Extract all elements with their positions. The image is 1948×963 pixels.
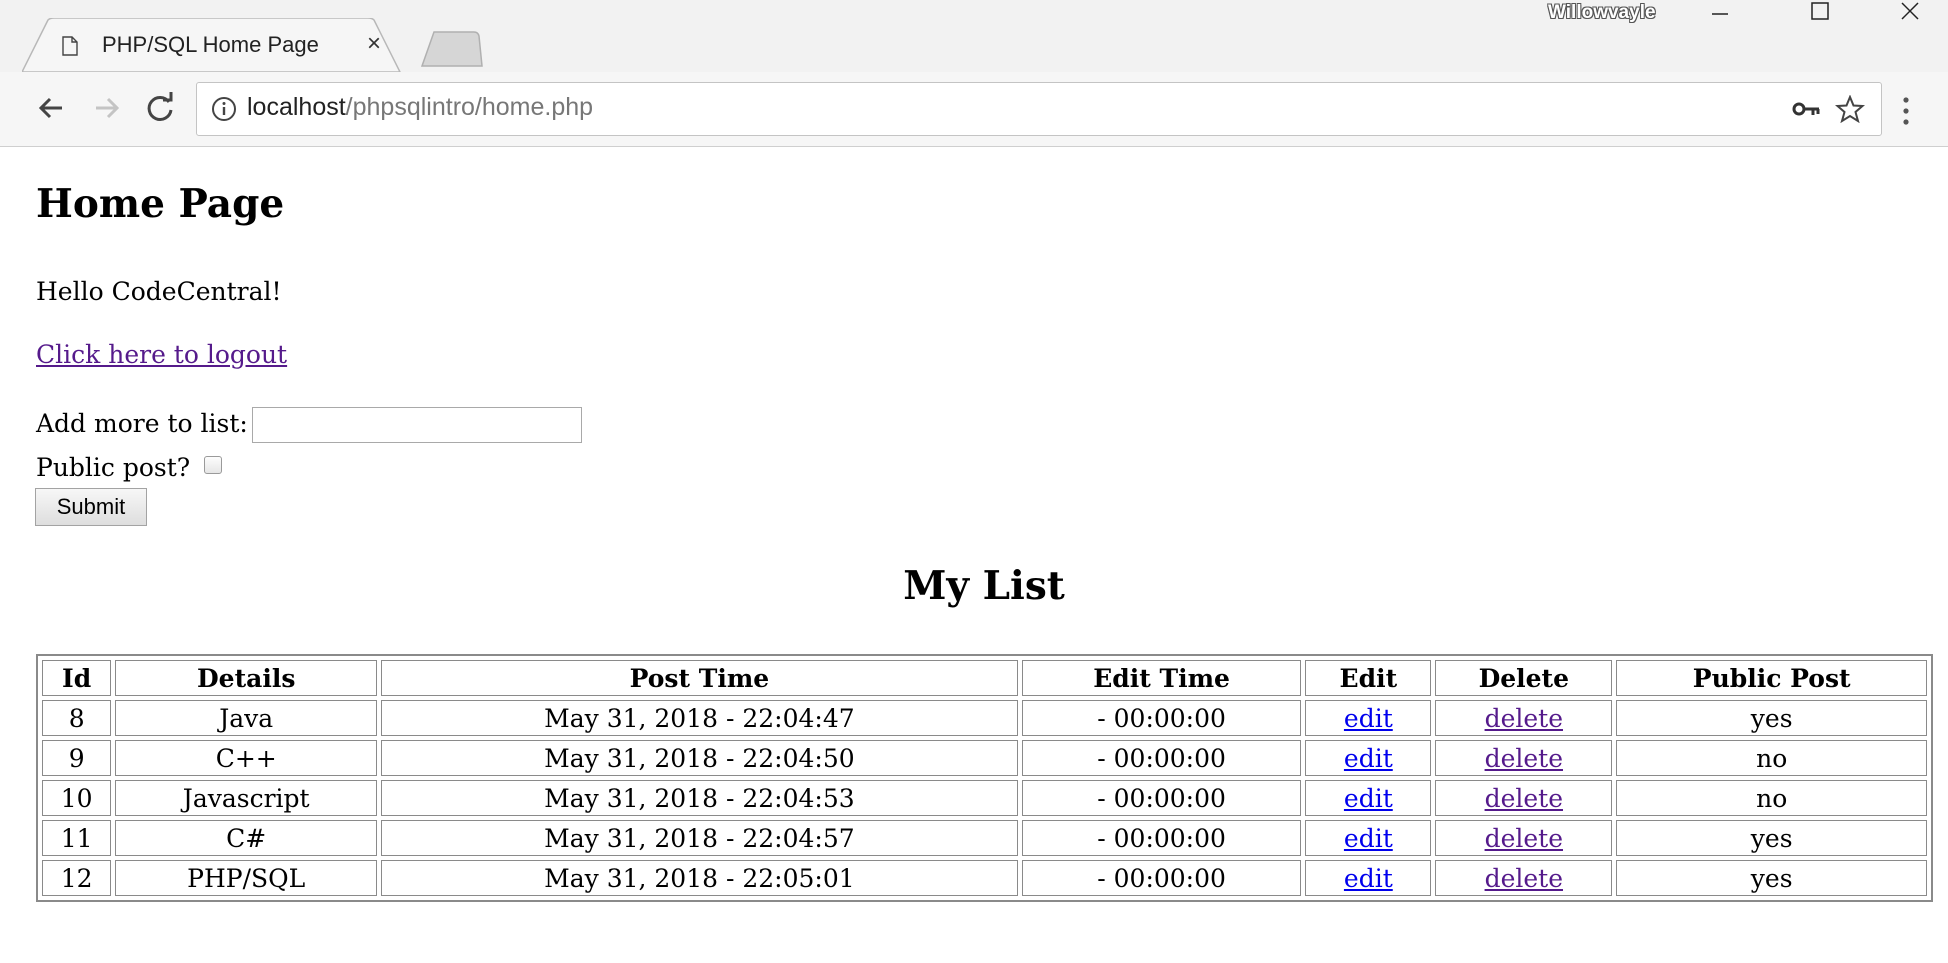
cell-details: PHP/SQL [115, 860, 378, 896]
page-title: Home Page [36, 181, 285, 227]
info-icon[interactable] [211, 96, 237, 122]
cell-id: 10 [42, 780, 112, 816]
cell-post-time: May 31, 2018 - 22:04:47 [381, 700, 1018, 736]
tab-active[interactable]: PHP/SQL Home Page × [22, 18, 402, 72]
cell-id: 11 [42, 820, 112, 856]
star-icon[interactable] [1835, 95, 1865, 123]
edit-link[interactable]: edit [1344, 824, 1393, 853]
public-post-label: Public post? [36, 453, 191, 482]
delete-link[interactable]: delete [1485, 864, 1563, 893]
edit-link[interactable]: edit [1344, 784, 1393, 813]
cell-edit: edit [1305, 700, 1432, 736]
close-icon[interactable]: × [367, 30, 381, 58]
cell-post-time: May 31, 2018 - 22:04:57 [381, 820, 1018, 856]
cell-post-time: May 31, 2018 - 22:04:53 [381, 780, 1018, 816]
page-content: Home Page Hello CodeCentral! Click here … [0, 147, 1948, 963]
column-header: Id [42, 660, 112, 696]
cell-edit-time: - 00:00:00 [1021, 740, 1302, 776]
add-item-input[interactable] [252, 407, 582, 443]
page-icon [62, 36, 78, 56]
edit-link[interactable]: edit [1344, 704, 1393, 733]
browser-chrome: PHP/SQL Home Page × Willowvayle localhos… [0, 0, 1948, 147]
cell-edit: edit [1305, 740, 1432, 776]
cell-edit: edit [1305, 820, 1432, 856]
delete-link[interactable]: delete [1485, 744, 1563, 773]
cell-delete: delete [1435, 820, 1613, 856]
list-table: Id Details Post Time Edit Time Edit Dele… [36, 654, 1933, 902]
column-header: Edit [1305, 660, 1432, 696]
table-row: 8 Java May 31, 2018 - 22:04:47 - 00:00:0… [42, 700, 1927, 736]
back-arrow-icon[interactable] [34, 90, 70, 126]
minimize-icon[interactable] [1690, 0, 1750, 30]
table-header-row: Id Details Post Time Edit Time Edit Dele… [42, 660, 1927, 696]
menu-icon[interactable] [1900, 96, 1912, 126]
new-tab-button[interactable] [420, 30, 484, 68]
table-row: 10 Javascript May 31, 2018 - 22:04:53 - … [42, 780, 1927, 816]
cell-public: no [1616, 780, 1927, 816]
greeting-text: Hello CodeCentral! [36, 277, 282, 306]
cell-edit: edit [1305, 860, 1432, 896]
tab-strip: PHP/SQL Home Page × Willowvayle [0, 0, 1948, 72]
url-path: /phpsqlintro/home.php [345, 93, 594, 121]
cell-details: Java [115, 700, 378, 736]
public-post-checkbox[interactable] [204, 456, 222, 474]
cell-id: 12 [42, 860, 112, 896]
url-text[interactable]: localhost/phpsqlintro/home.php [247, 93, 593, 122]
toolbar: localhost/phpsqlintro/home.php [0, 72, 1948, 146]
logout-link[interactable]: Click here to logout [36, 340, 287, 369]
edit-link[interactable]: edit [1344, 744, 1393, 773]
delete-link[interactable]: delete [1485, 784, 1563, 813]
tab-title: PHP/SQL Home Page [102, 32, 319, 57]
cell-delete: delete [1435, 860, 1613, 896]
cell-details: C# [115, 820, 378, 856]
table-row: 11 C# May 31, 2018 - 22:04:57 - 00:00:00… [42, 820, 1927, 856]
cell-id: 9 [42, 740, 112, 776]
reload-icon[interactable] [142, 90, 178, 126]
add-item-label: Add more to list: [36, 409, 248, 438]
column-header: Edit Time [1021, 660, 1302, 696]
cell-edit-time: - 00:00:00 [1021, 860, 1302, 896]
cell-id: 8 [42, 700, 112, 736]
cell-edit-time: - 00:00:00 [1021, 780, 1302, 816]
column-header: Public Post [1616, 660, 1927, 696]
forward-arrow-icon[interactable] [88, 90, 124, 126]
cell-public: no [1616, 740, 1927, 776]
window-close-icon[interactable] [1880, 0, 1940, 30]
cell-edit: edit [1305, 780, 1432, 816]
delete-link[interactable]: delete [1485, 704, 1563, 733]
cell-public: yes [1616, 700, 1927, 736]
table-row: 12 PHP/SQL May 31, 2018 - 22:05:01 - 00:… [42, 860, 1927, 896]
cell-details: Javascript [115, 780, 378, 816]
key-icon[interactable] [1791, 95, 1823, 123]
table-row: 9 C++ May 31, 2018 - 22:04:50 - 00:00:00… [42, 740, 1927, 776]
delete-link[interactable]: delete [1485, 824, 1563, 853]
profile-name[interactable]: Willowvayle [1548, 2, 1656, 24]
cell-details: C++ [115, 740, 378, 776]
cell-public: yes [1616, 820, 1927, 856]
url-host: localhost [247, 93, 346, 121]
column-header: Post Time [381, 660, 1018, 696]
edit-link[interactable]: edit [1344, 864, 1393, 893]
cell-edit-time: - 00:00:00 [1021, 820, 1302, 856]
cell-edit-time: - 00:00:00 [1021, 700, 1302, 736]
cell-post-time: May 31, 2018 - 22:04:50 [381, 740, 1018, 776]
cell-delete: delete [1435, 700, 1613, 736]
address-bar[interactable]: localhost/phpsqlintro/home.php [196, 82, 1882, 136]
maximize-icon[interactable] [1790, 0, 1850, 30]
list-title: My List [903, 563, 1065, 609]
cell-delete: delete [1435, 780, 1613, 816]
column-header: Delete [1435, 660, 1613, 696]
submit-button[interactable]: Submit [35, 488, 147, 526]
cell-public: yes [1616, 860, 1927, 896]
column-header: Details [115, 660, 378, 696]
cell-delete: delete [1435, 740, 1613, 776]
cell-post-time: May 31, 2018 - 22:05:01 [381, 860, 1018, 896]
